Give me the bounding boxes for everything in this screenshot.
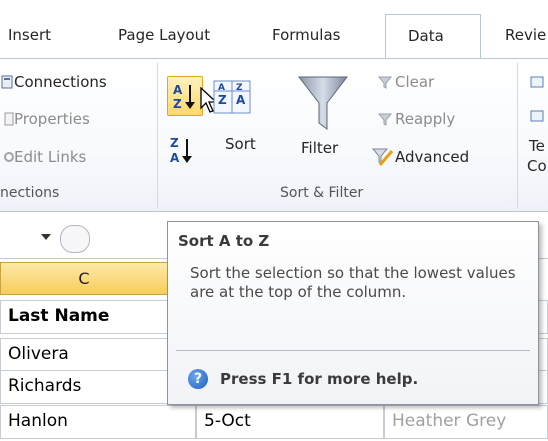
cell-c-olivera[interactable]: Olivera [0, 338, 168, 372]
tab-formulas[interactable]: Formulas [272, 26, 340, 44]
sort-label[interactable]: Sort [225, 135, 256, 153]
ribbon-tab-bar: Insert Page Layout Formulas Data Revie [0, 0, 548, 59]
svg-text:A: A [218, 83, 225, 93]
sort-az-icon: A Z [173, 83, 195, 111]
sort-filter-group-label: Sort & Filter [280, 185, 364, 201]
cell-c-hanlon[interactable]: Hanlon [0, 405, 196, 439]
formula-function-button[interactable] [60, 225, 90, 253]
tab-review[interactable]: Revie [505, 26, 546, 44]
filter-button[interactable]: Filter [301, 139, 338, 157]
advanced-button[interactable]: Advanced [395, 148, 469, 166]
group-separator [157, 63, 158, 209]
clear-button[interactable]: Clear [395, 73, 434, 91]
cell-c-richards[interactable]: Richards [0, 370, 168, 404]
sort-z-to-a-button[interactable]: Z A [168, 133, 200, 167]
data-tools-icon [530, 110, 544, 122]
name-box-dropdown-icon[interactable] [40, 232, 52, 242]
connections-group-label: nections [0, 185, 60, 201]
reapply-button[interactable]: Reapply [395, 110, 455, 128]
sort-dialog-icon: Z A A Z [213, 80, 251, 114]
svg-text:A: A [170, 151, 180, 165]
reapply-icon [378, 113, 392, 126]
tab-insert[interactable]: Insert [8, 26, 51, 44]
connections-icon [1, 75, 13, 89]
ribbon: Connections Properties Edit Links nectio… [0, 58, 548, 212]
column-header-c[interactable]: C [0, 262, 168, 295]
cell-c-header[interactable]: Last Name [0, 300, 168, 334]
sort-tooltip: Sort A to Z Sort the selection so that t… [167, 221, 539, 405]
advanced-filter-icon [372, 148, 394, 166]
svg-text:Z: Z [173, 97, 182, 111]
tab-page-layout[interactable]: Page Layout [118, 26, 210, 44]
edit-links-button[interactable]: Edit Links [14, 148, 86, 166]
svg-text:A: A [173, 83, 183, 97]
svg-text:A: A [236, 93, 246, 107]
cell-d-hanlon[interactable]: 5-Oct [196, 405, 384, 439]
clear-filter-icon [378, 76, 392, 89]
help-icon: ? [188, 369, 208, 389]
filter-icon [297, 76, 349, 130]
properties-button[interactable]: Properties [14, 110, 90, 128]
svg-text:Z: Z [218, 93, 227, 107]
tooltip-help-text: Press F1 for more help. [220, 370, 419, 388]
connections-button[interactable]: Connections [14, 73, 107, 91]
tooltip-divider [176, 350, 530, 351]
svg-text:Z: Z [236, 83, 243, 93]
cell-e-hanlon[interactable]: Heather Grey [384, 405, 548, 439]
sort-button-icon-wrap[interactable]: Z A A Z [212, 79, 252, 115]
group-separator [517, 63, 518, 209]
tab-data[interactable]: Data [385, 14, 481, 59]
tab-data-label: Data [408, 27, 444, 45]
text-to-columns-label-1[interactable]: Te [529, 137, 545, 155]
tooltip-title: Sort A to Z [178, 232, 270, 250]
text-to-columns-label-2[interactable]: Co [527, 157, 547, 175]
svg-text:Z: Z [170, 136, 179, 150]
sort-a-to-z-button[interactable]: A Z [167, 76, 203, 116]
tooltip-body: Sort the selection so that the lowest va… [190, 264, 516, 301]
data-tools-icon [530, 76, 544, 88]
